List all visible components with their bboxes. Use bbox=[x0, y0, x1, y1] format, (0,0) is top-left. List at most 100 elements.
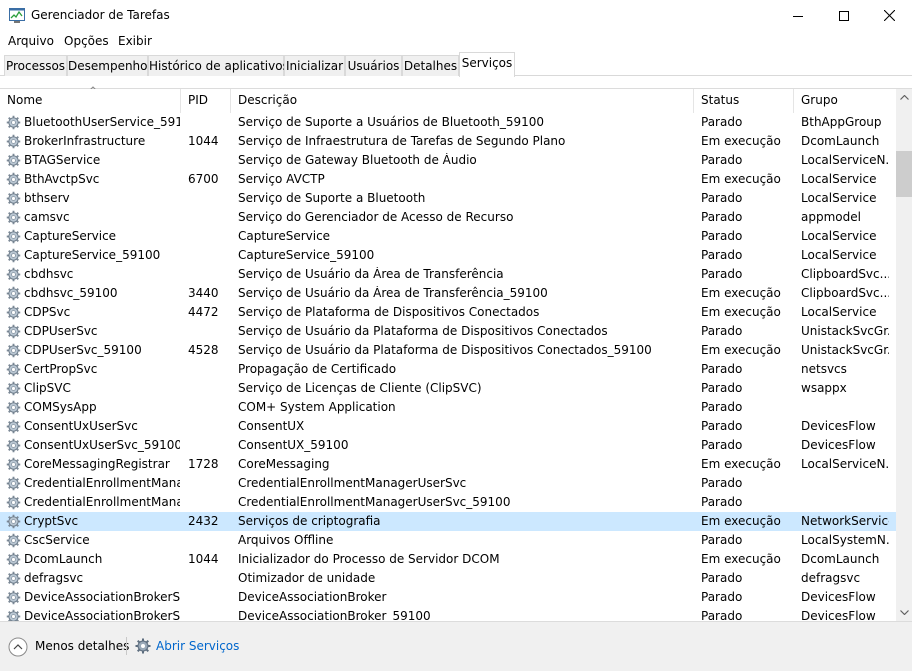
chevron-up-icon bbox=[899, 95, 909, 100]
service-name: CredentialEnrollmentMana... bbox=[24, 476, 180, 490]
table-row[interactable]: BTAGService Serviço de Gateway Bluetooth … bbox=[0, 151, 896, 170]
service-pid: 1044 bbox=[188, 552, 219, 566]
service-gear-icon bbox=[6, 438, 21, 453]
table-row[interactable]: CredentialEnrollmentMana... CredentialEnr… bbox=[0, 493, 896, 512]
column-header-status[interactable]: Status bbox=[694, 89, 794, 113]
table-row[interactable]: CoreMessagingRegistrar 1728 CoreMessaging E… bbox=[0, 455, 896, 474]
service-status: Em execução bbox=[701, 514, 781, 528]
table-row[interactable]: bthserv Serviço de Suporte a Bluetooth Par… bbox=[0, 189, 896, 208]
table-row[interactable]: CaptureService_59100 CaptureService_59100… bbox=[0, 246, 896, 265]
column-header-pid[interactable]: PID bbox=[181, 89, 231, 113]
table-row[interactable]: DeviceAssociationBrokerSvc DeviceAssociat… bbox=[0, 588, 896, 607]
close-icon bbox=[883, 10, 895, 21]
vertical-scrollbar[interactable] bbox=[896, 89, 912, 621]
service-status: Parado bbox=[701, 362, 743, 376]
service-gear-icon bbox=[6, 476, 21, 491]
column-header-group[interactable]: Grupo bbox=[794, 89, 896, 113]
service-pid bbox=[188, 267, 228, 283]
scroll-up-button[interactable] bbox=[896, 89, 912, 106]
service-status: Parado bbox=[701, 609, 743, 621]
service-pid bbox=[188, 438, 228, 454]
service-group: LocalServiceN... bbox=[801, 153, 889, 167]
table-row[interactable]: cbdhsvc_59100 3440 Serviço de Usuário da Á… bbox=[0, 284, 896, 303]
tab-inicializar[interactable]: Inicializar bbox=[284, 55, 345, 76]
table-row[interactable]: CDPUserSvc Serviço de Usuário da Platafor… bbox=[0, 322, 896, 341]
table-row[interactable]: CscService Arquivos Offline Parado LocalSys… bbox=[0, 531, 896, 550]
minimize-button[interactable] bbox=[775, 0, 821, 31]
column-header-name[interactable]: Nome bbox=[0, 89, 181, 113]
service-status: Parado bbox=[701, 400, 743, 414]
service-description: CredentialEnrollmentManagerUserSvc bbox=[238, 476, 467, 490]
table-row[interactable]: CredentialEnrollmentMana... CredentialEnr… bbox=[0, 474, 896, 493]
service-name: CaptureService bbox=[24, 229, 117, 243]
table-row[interactable]: DcomLaunch 1044 Inicializador do Processo … bbox=[0, 550, 896, 569]
table-row[interactable]: defragsvc Otimizador de unidade Parado defr… bbox=[0, 569, 896, 588]
service-name: DeviceAssociationBrokerSvc bbox=[24, 590, 180, 604]
service-gear-icon bbox=[6, 153, 21, 168]
service-status: Em execução bbox=[701, 134, 781, 148]
service-group: LocalSystemN... bbox=[801, 533, 889, 547]
scroll-thumb[interactable] bbox=[896, 151, 912, 197]
service-pid bbox=[188, 210, 228, 226]
services-table-body: BluetoothUserService_59100 Serviço de Sup… bbox=[0, 113, 896, 621]
tab-historico[interactable]: Histórico de aplicativos bbox=[148, 55, 289, 76]
service-group: netsvcs bbox=[801, 362, 847, 376]
table-row[interactable]: BrokerInfrastructure 1044 Serviço de Infra… bbox=[0, 132, 896, 151]
table-row[interactable]: BthAvctpSvc 6700 Serviço AVCTP Em execução L… bbox=[0, 170, 896, 189]
tab-processos[interactable]: Processos bbox=[4, 55, 67, 76]
open-services-link[interactable]: Abrir Serviços bbox=[156, 639, 239, 653]
table-row[interactable]: COMSysApp COM+ System Application Parado bbox=[0, 398, 896, 417]
menu-opcoes[interactable]: Opções bbox=[64, 34, 109, 48]
service-name: CoreMessagingRegistrar bbox=[24, 457, 170, 471]
tab-desempenho[interactable]: Desempenho bbox=[67, 55, 148, 76]
service-group: wsappx bbox=[801, 381, 847, 395]
service-status: Em execução bbox=[701, 343, 781, 357]
service-status: Parado bbox=[701, 476, 743, 490]
maximize-button[interactable] bbox=[821, 0, 867, 31]
table-row[interactable]: CaptureService CaptureService Parado LocalS… bbox=[0, 227, 896, 246]
table-row[interactable]: ConsentUxUserSvc_59100 ConsentUX_59100 Par… bbox=[0, 436, 896, 455]
table-row[interactable]: BluetoothUserService_59100 Serviço de Sup… bbox=[0, 113, 896, 132]
table-row[interactable]: ClipSVC Serviço de Licenças de Cliente (C… bbox=[0, 379, 896, 398]
service-status: Parado bbox=[701, 115, 743, 129]
service-gear-icon bbox=[6, 590, 21, 605]
service-name: CDPSvc bbox=[24, 305, 71, 319]
tab-usuarios[interactable]: Usuários bbox=[345, 55, 402, 76]
service-group: appmodel bbox=[801, 210, 861, 224]
service-gear-icon bbox=[6, 514, 21, 529]
service-status: Em execução bbox=[701, 457, 781, 471]
tab-detalhes[interactable]: Detalhes bbox=[402, 55, 459, 76]
service-description: Serviço de Plataforma de Dispositivos Co… bbox=[238, 305, 540, 319]
table-row[interactable]: CDPSvc 4472 Serviço de Plataforma de Dispo… bbox=[0, 303, 896, 322]
service-description: Serviço de Suporte a Usuários de Bluetoo… bbox=[238, 115, 545, 129]
service-group: ClipboardSvc... bbox=[801, 286, 889, 300]
service-description: COM+ System Application bbox=[238, 400, 396, 414]
service-status: Parado bbox=[701, 590, 743, 604]
service-pid bbox=[188, 495, 228, 511]
chevron-down-icon bbox=[899, 610, 909, 615]
scroll-down-button[interactable] bbox=[896, 604, 912, 621]
service-description: CoreMessaging bbox=[238, 457, 330, 471]
tab-servicos[interactable]: Serviços bbox=[459, 52, 515, 77]
table-row[interactable]: ConsentUxUserSvc ConsentUX Parado DevicesFl… bbox=[0, 417, 896, 436]
service-name: bthserv bbox=[24, 191, 70, 205]
table-row[interactable]: camsvc Serviço do Gerenciador de Acesso d… bbox=[0, 208, 896, 227]
service-pid bbox=[188, 476, 228, 492]
menu-arquivo[interactable]: Arquivo bbox=[8, 34, 54, 48]
service-group: DcomLaunch bbox=[801, 134, 880, 148]
table-row[interactable]: CertPropSvc Propagação de Certificado Para… bbox=[0, 360, 896, 379]
service-name: CryptSvc bbox=[24, 514, 79, 528]
column-header-description[interactable]: Descrição bbox=[231, 89, 694, 113]
table-row[interactable]: cbdhsvc Serviço de Usuário da Área de Tra… bbox=[0, 265, 896, 284]
less-details-label[interactable]: Menos detalhes bbox=[35, 639, 129, 653]
service-pid bbox=[188, 191, 228, 207]
less-details-button[interactable] bbox=[8, 637, 28, 657]
table-row[interactable]: DeviceAssociationBrokerSv... DeviceAssoci… bbox=[0, 607, 896, 621]
menu-exibir[interactable]: Exibir bbox=[118, 34, 152, 48]
table-row[interactable]: CryptSvc 2432 Serviços de criptografia Em e… bbox=[0, 512, 896, 531]
service-description: Serviço de Gateway Bluetooth de Áudio bbox=[238, 153, 477, 167]
service-group: LocalService bbox=[801, 229, 877, 243]
service-status: Parado bbox=[701, 153, 743, 167]
table-row[interactable]: CDPUserSvc_59100 4528 Serviço de Usuário d… bbox=[0, 341, 896, 360]
close-button[interactable] bbox=[866, 0, 912, 31]
